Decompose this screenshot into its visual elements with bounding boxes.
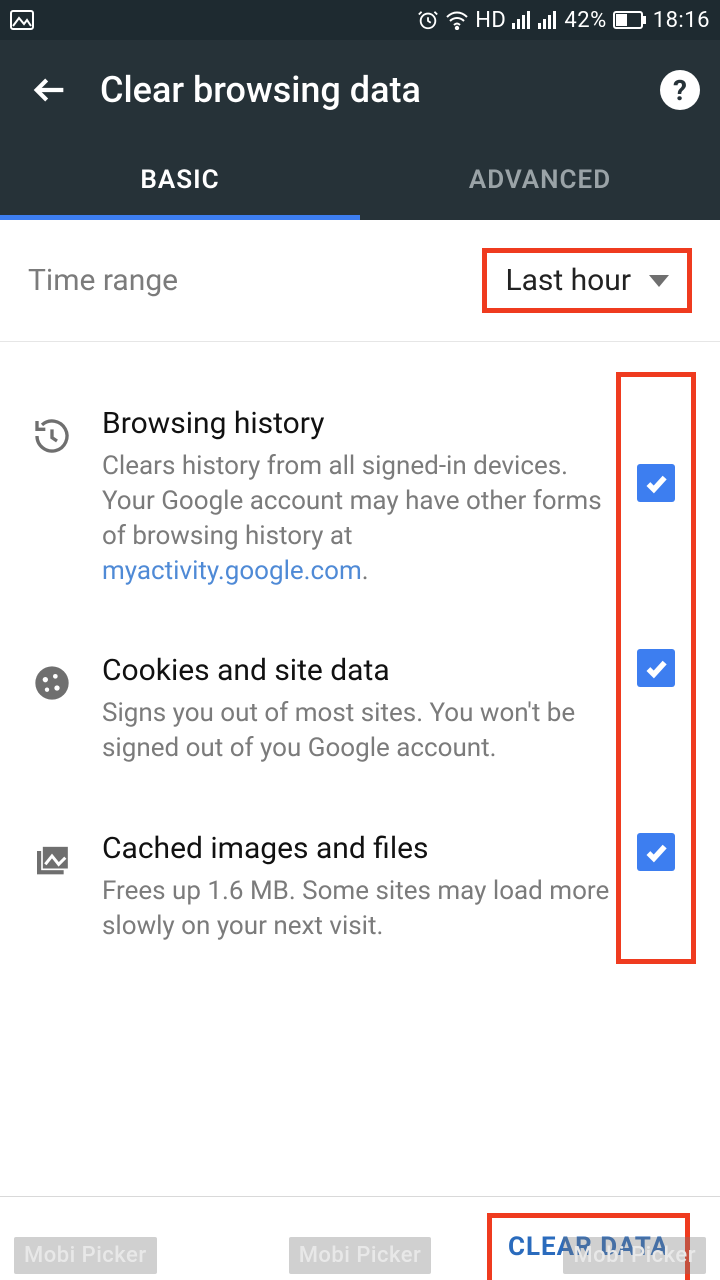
cookie-icon (28, 659, 76, 707)
checkbox-cached[interactable] (637, 833, 675, 871)
signal-icon-2 (538, 11, 558, 29)
checkbox-browsing-history[interactable] (637, 464, 675, 502)
option-description: Signs you out of most sites. You won't b… (102, 696, 612, 766)
footer: CLEAR DATA (0, 1196, 720, 1280)
myactivity-link[interactable]: myactivity.google.com (102, 556, 362, 586)
battery-percent: 42% (564, 8, 606, 33)
time-range-row: Time range Last hour (0, 220, 720, 342)
tab-advanced[interactable]: ADVANCED (360, 140, 720, 220)
chevron-down-icon (649, 275, 669, 287)
tabs: BASIC ADVANCED (0, 140, 720, 220)
clock-time: 18:16 (653, 8, 710, 33)
clear-data-highlight: CLEAR DATA (487, 1213, 690, 1280)
option-browsing-history[interactable]: Browsing history Clears history from all… (28, 382, 692, 629)
hd-indicator: HD (475, 8, 506, 33)
option-description: Clears history from all signed-in device… (102, 449, 612, 589)
check-icon (643, 839, 669, 865)
option-cookies[interactable]: Cookies and site data Signs you out of m… (28, 629, 692, 806)
options-list: Browsing history Clears history from all… (0, 342, 720, 994)
option-description: Frees up 1.6 MB. Some sites may load mor… (102, 874, 612, 944)
images-icon (28, 837, 76, 885)
checkbox-highlight (616, 372, 696, 964)
clear-data-button[interactable]: CLEAR DATA (508, 1232, 669, 1262)
gallery-icon (10, 10, 34, 30)
option-cached[interactable]: Cached images and files Frees up 1.6 MB.… (28, 807, 692, 984)
time-range-value: Last hour (505, 263, 631, 298)
wifi-icon (445, 10, 469, 30)
alarm-icon (417, 9, 439, 31)
content-area: Time range Last hour Browsing history Cl… (0, 220, 720, 1196)
help-icon: ? (673, 74, 687, 107)
status-bar: HD 42% 18:16 (0, 0, 720, 40)
history-icon (28, 412, 76, 460)
option-title: Cached images and files (102, 831, 612, 866)
battery-icon (613, 11, 647, 29)
tab-basic[interactable]: BASIC (0, 140, 360, 220)
help-button[interactable]: ? (660, 70, 700, 110)
signal-icon-1 (512, 11, 532, 29)
check-icon (643, 470, 669, 496)
page-title: Clear browsing data (100, 69, 660, 111)
checkbox-cookies[interactable] (637, 649, 675, 687)
time-range-label: Time range (28, 263, 178, 298)
app-bar: Clear browsing data ? (0, 40, 720, 140)
option-title: Browsing history (102, 406, 612, 441)
check-icon (643, 655, 669, 681)
time-range-dropdown[interactable]: Last hour (482, 248, 692, 313)
arrow-left-icon (30, 70, 70, 110)
option-title: Cookies and site data (102, 653, 612, 688)
back-button[interactable] (20, 60, 80, 120)
